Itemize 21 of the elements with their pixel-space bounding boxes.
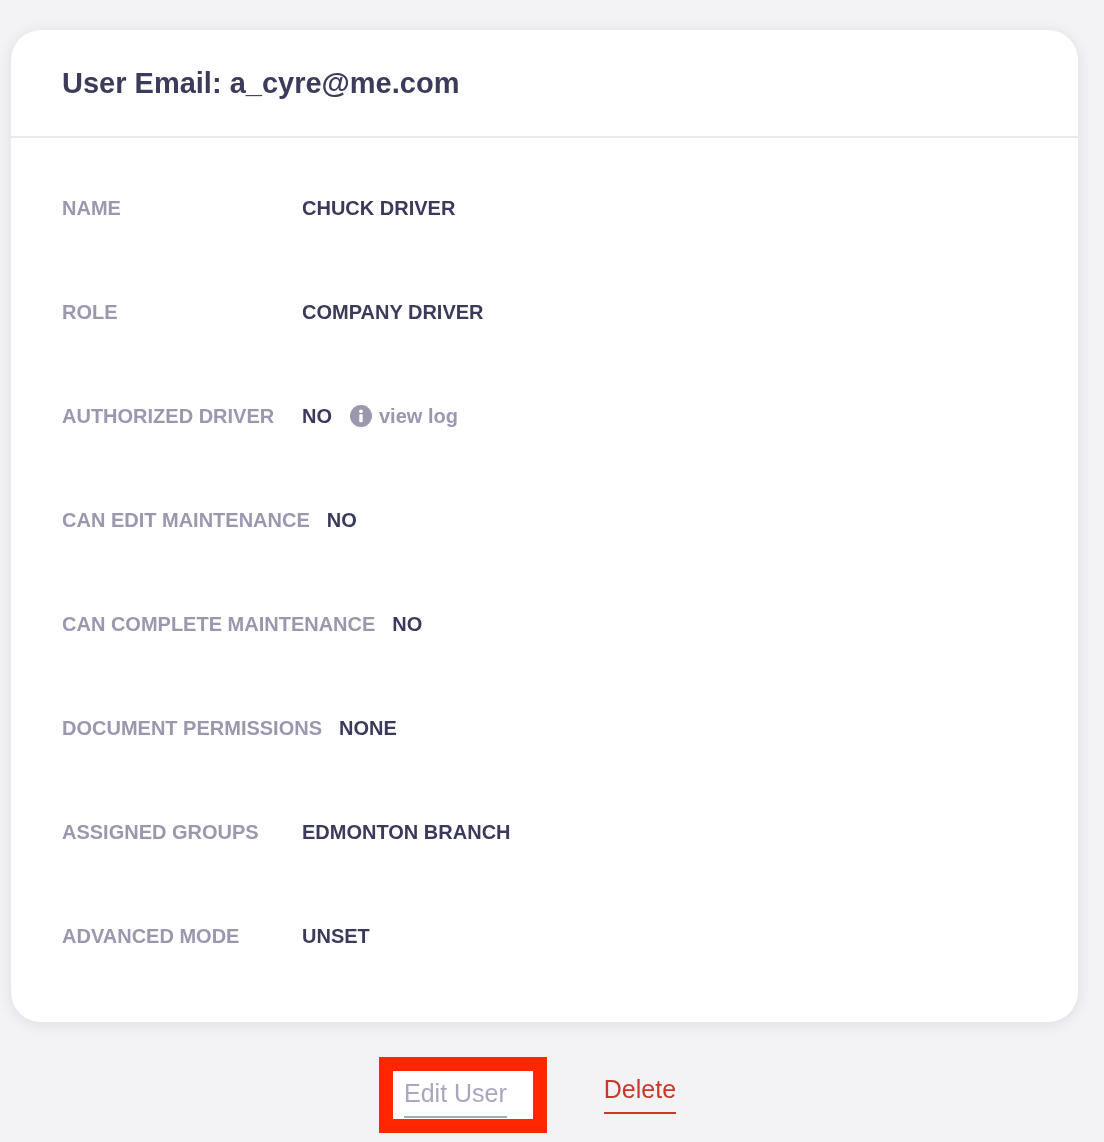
field-value: COMPANY DRIVER <box>302 300 484 325</box>
field-label: CAN EDIT MAINTENANCE <box>62 508 310 533</box>
field-label: CAN COMPLETE MAINTENANCE <box>62 612 376 637</box>
info-icon <box>350 405 372 427</box>
field-value: NO <box>302 404 332 429</box>
field-value: UNSET <box>302 924 370 949</box>
field-value: NO <box>326 508 357 533</box>
edit-user-link[interactable]: Edit User <box>404 1081 507 1118</box>
card-title: User Email: a_cyre@me.com <box>62 68 460 98</box>
delete-link[interactable]: Delete <box>603 1076 677 1114</box>
field-label: DOCUMENT PERMISSIONS <box>62 716 323 741</box>
field-label: AUTHORIZED DRIVER <box>62 404 276 429</box>
field-label: ASSIGNED GROUPS <box>62 820 260 845</box>
field-label: ROLE <box>62 300 119 325</box>
field-label: ADVANCED MODE <box>62 924 241 949</box>
field-value: CHUCK DRIVER <box>302 196 456 221</box>
field-value: EDMONTON BRANCH <box>302 820 511 845</box>
field-value: NO <box>392 612 423 637</box>
field-label: NAME <box>62 196 122 221</box>
view-log-link[interactable]: view log <box>350 401 458 431</box>
field-value: NONE <box>339 716 397 741</box>
